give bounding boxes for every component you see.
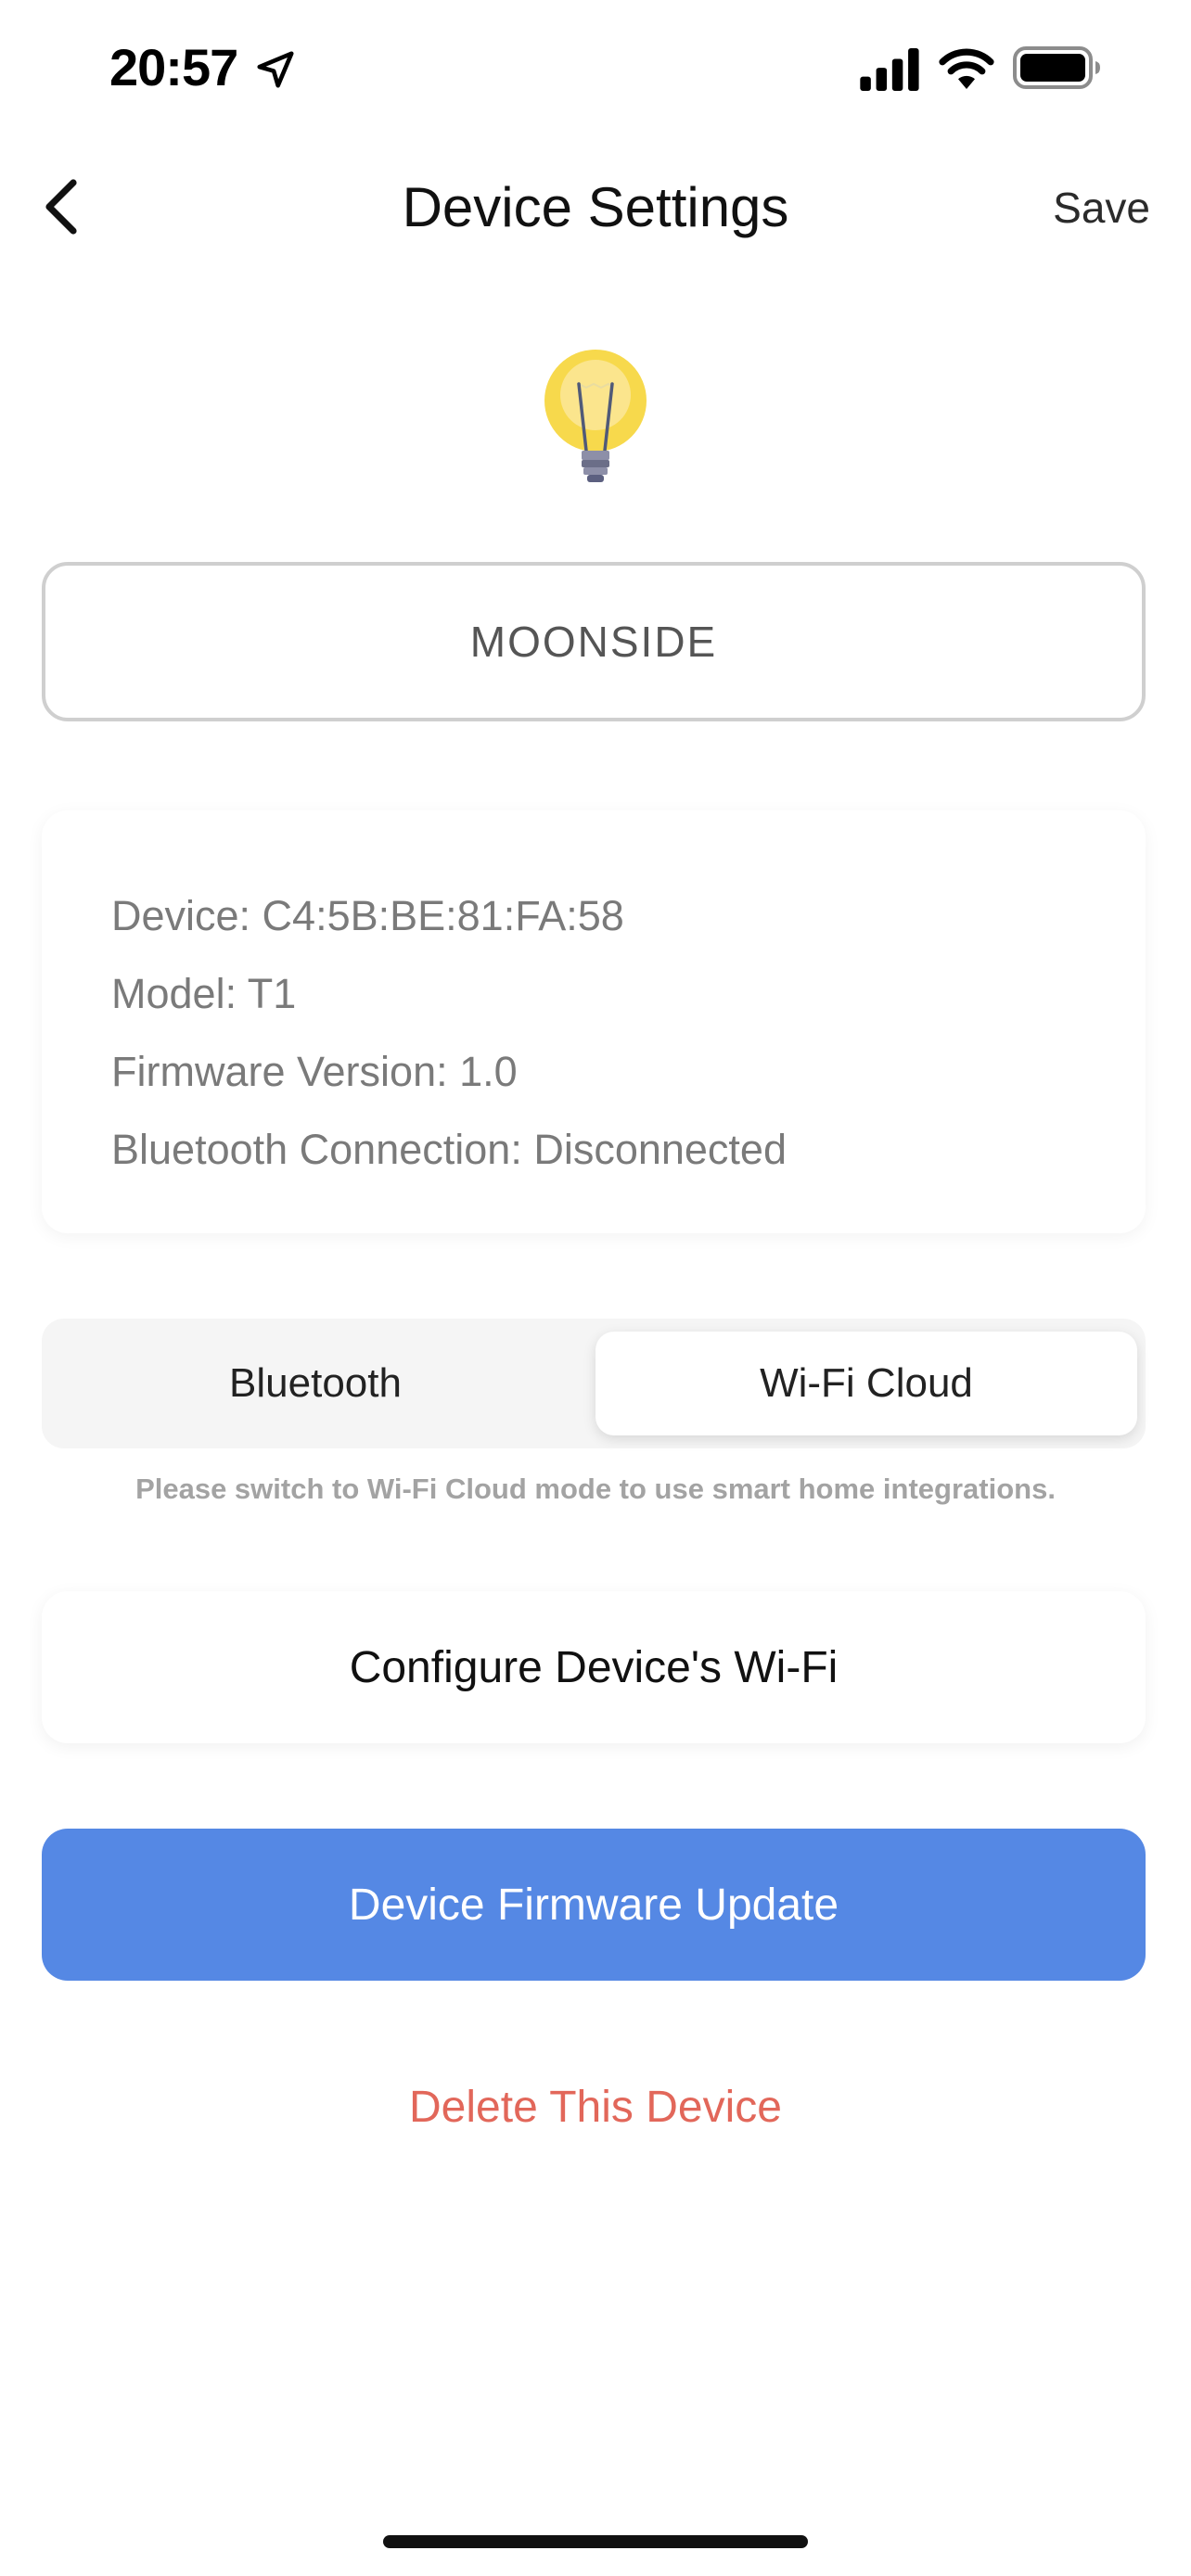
save-button[interactable]: Save	[1053, 180, 1150, 236]
bluetooth-status-text: Bluetooth Connection: Disconnected	[111, 1126, 787, 1173]
device-info-card: Device: C4:5B:BE:81:FA:58 Model: T1 Firm…	[42, 810, 1146, 1233]
wifi-icon	[939, 48, 994, 89]
status-time: 20:57	[109, 38, 238, 96]
cellular-signal-icon	[860, 48, 919, 91]
firmware-update-button[interactable]: Device Firmware Update	[42, 1829, 1146, 1981]
status-bar: 20:57	[0, 0, 1191, 139]
chevron-left-icon	[45, 179, 77, 235]
home-indicator[interactable]	[383, 2535, 808, 2548]
location-arrow-icon	[257, 51, 294, 88]
model-text: Model: T1	[111, 970, 297, 1017]
segment-wifi-cloud[interactable]: Wi-Fi Cloud	[596, 1332, 1137, 1435]
back-button[interactable]	[28, 172, 96, 241]
firmware-version-text: Firmware Version: 1.0	[111, 1048, 518, 1095]
mode-hint-text: Please switch to Wi-Fi Cloud mode to use…	[135, 1473, 1056, 1505]
light-bulb-icon	[544, 350, 647, 482]
delete-device-button[interactable]: Delete This Device	[224, 2070, 967, 2144]
device-name-input[interactable]	[42, 562, 1146, 721]
connection-mode-segmented-control: Bluetooth Wi-Fi Cloud	[42, 1319, 1146, 1448]
page-title: Device Settings	[402, 176, 789, 238]
battery-icon	[1013, 46, 1100, 89]
configure-wifi-button[interactable]: Configure Device's Wi-Fi	[42, 1591, 1146, 1743]
segment-bluetooth[interactable]: Bluetooth	[51, 1332, 580, 1435]
device-address-text: Device: C4:5B:BE:81:FA:58	[111, 892, 624, 939]
